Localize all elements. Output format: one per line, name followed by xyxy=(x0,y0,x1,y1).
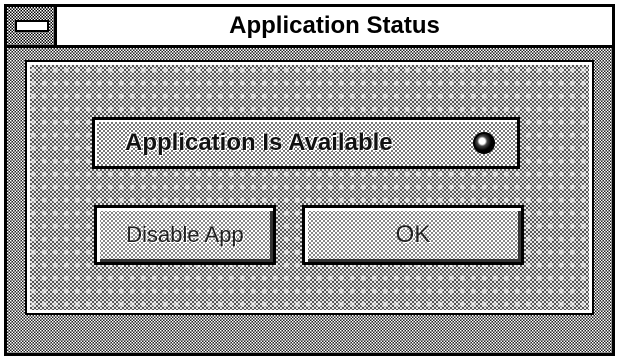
title-bar: Application Status xyxy=(7,7,612,48)
disable-app-button[interactable]: Disable App xyxy=(94,205,276,265)
dialog-inner-panel: Application Is Available Disable App OK xyxy=(25,60,594,315)
status-panel: Application Is Available xyxy=(92,117,520,169)
dialog-client-area: Application Is Available Disable App OK xyxy=(7,48,612,353)
application-status-dialog: Application Status Application Is Availa… xyxy=(4,4,615,356)
system-menu-icon xyxy=(15,20,49,32)
system-menu-button[interactable] xyxy=(7,7,57,45)
window-title: Application Status xyxy=(229,12,440,39)
status-led-icon xyxy=(473,132,495,154)
status-text: Application Is Available xyxy=(125,129,393,156)
ok-button[interactable]: OK xyxy=(302,205,524,265)
